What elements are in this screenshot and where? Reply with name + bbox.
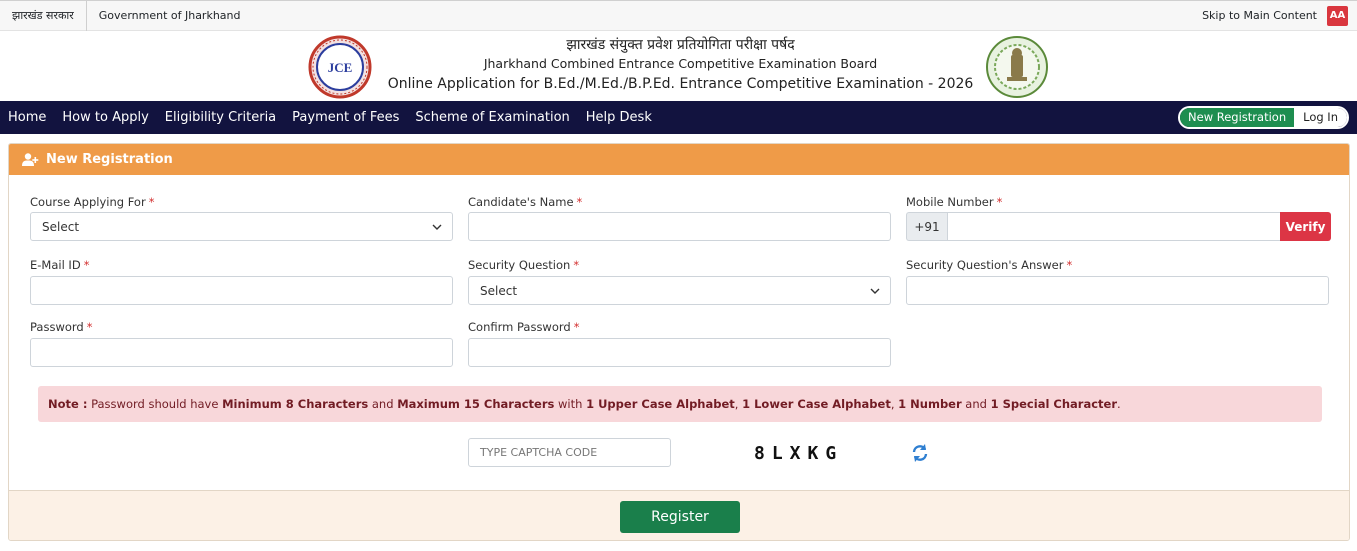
verify-button[interactable]: Verify bbox=[1280, 212, 1331, 241]
nav-how-to-apply[interactable]: How to Apply bbox=[62, 110, 148, 125]
top-bar: झारखंड सरकार Government of Jharkhand Ski… bbox=[0, 0, 1357, 31]
password-label: Password * bbox=[30, 320, 93, 334]
course-label: Course Applying For * bbox=[30, 195, 155, 209]
chevron-down-icon bbox=[870, 288, 880, 294]
registration-form: Course Applying For * Select Candidate's … bbox=[9, 175, 1349, 491]
site-header: JCE झारखंड संयुक्त प्रवेश प्रतियोगिता पर… bbox=[0, 31, 1357, 101]
nav-help-desk[interactable]: Help Desk bbox=[586, 110, 652, 125]
chevron-down-icon bbox=[432, 224, 442, 230]
security-question-label: Security Question * bbox=[468, 258, 580, 272]
candidate-name-input[interactable] bbox=[468, 212, 891, 241]
user-plus-icon bbox=[22, 153, 39, 166]
login-button[interactable]: Log In bbox=[1294, 108, 1347, 127]
candidate-name-label: Candidate's Name * bbox=[468, 195, 583, 209]
confirm-password-input[interactable] bbox=[468, 338, 891, 367]
refresh-captcha-icon[interactable] bbox=[911, 443, 929, 463]
auth-toggle: New Registration Log In bbox=[1178, 106, 1349, 129]
board-english-title: Jharkhand Combined Entrance Competitive … bbox=[483, 56, 878, 71]
password-input[interactable] bbox=[30, 338, 453, 367]
card-footer: Register bbox=[9, 490, 1349, 540]
nav-payment-of-fees[interactable]: Payment of Fees bbox=[292, 110, 399, 125]
security-question-select[interactable]: Select bbox=[468, 276, 891, 305]
email-input[interactable] bbox=[30, 276, 453, 305]
main-nav: Home How to Apply Eligibility Criteria P… bbox=[0, 101, 1357, 134]
skip-to-main-link[interactable]: Skip to Main Content bbox=[1202, 9, 1327, 22]
register-button[interactable]: Register bbox=[620, 501, 740, 533]
captcha-input[interactable]: TYPE CAPTCHA CODE bbox=[468, 438, 671, 467]
mobile-input[interactable] bbox=[947, 212, 1281, 241]
gov-english-label: Government of Jharkhand bbox=[98, 8, 241, 22]
security-answer-label: Security Question's Answer * bbox=[906, 258, 1073, 272]
email-label: E-Mail ID * bbox=[30, 258, 90, 272]
nav-eligibility-criteria[interactable]: Eligibility Criteria bbox=[165, 110, 276, 125]
confirm-password-label: Confirm Password * bbox=[468, 320, 580, 334]
captcha-image: 8LXKG bbox=[754, 442, 844, 464]
security-answer-input[interactable] bbox=[906, 276, 1329, 305]
new-registration-button[interactable]: New Registration bbox=[1180, 108, 1295, 127]
nav-scheme-of-examination[interactable]: Scheme of Examination bbox=[415, 110, 569, 125]
registration-card: New Registration Course Applying For * Se… bbox=[8, 143, 1350, 541]
course-select[interactable]: Select bbox=[30, 212, 453, 241]
board-hindi-title: झारखंड संयुक्त प्रवेश प्रतियोगिता परीक्ष… bbox=[566, 37, 795, 53]
jharkhand-emblem-icon bbox=[986, 36, 1048, 98]
online-application-title: Online Application for B.Ed./M.Ed./B.P.E… bbox=[387, 76, 974, 92]
gov-hindi-label: झारखंड सरकार bbox=[0, 0, 87, 31]
mobile-label: Mobile Number * bbox=[906, 195, 1003, 209]
password-note: Note : Password should have Minimum 8 Ch… bbox=[38, 386, 1322, 422]
card-title: New Registration bbox=[46, 152, 173, 167]
card-header: New Registration bbox=[9, 144, 1349, 175]
nav-home[interactable]: Home bbox=[8, 110, 46, 125]
mobile-prefix: +91 bbox=[906, 212, 947, 241]
accessibility-text-size-button[interactable]: AA bbox=[1327, 5, 1348, 26]
